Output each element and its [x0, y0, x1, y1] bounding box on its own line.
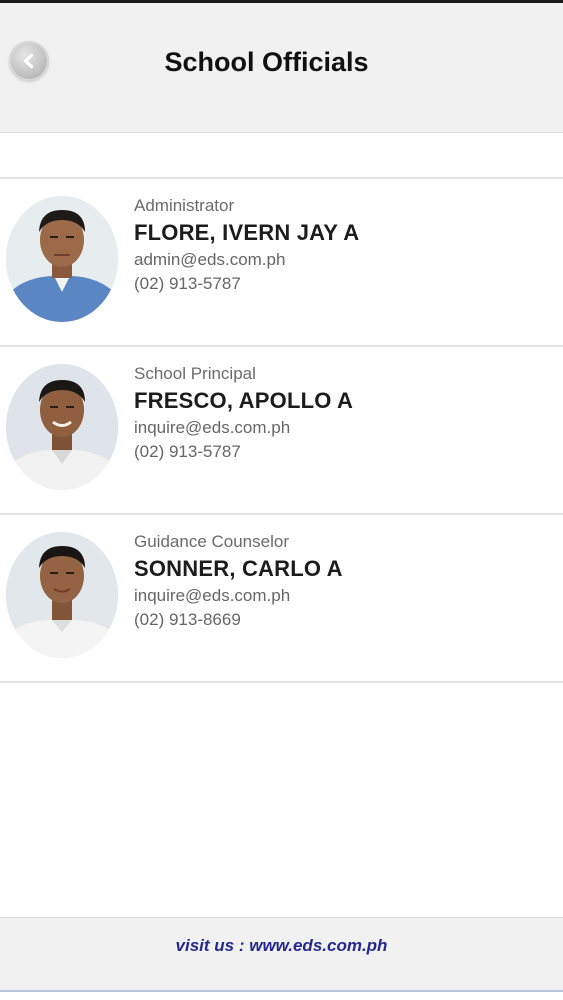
official-item[interactable]: School Principal FRESCO, APOLLO A inquir… [0, 347, 563, 515]
official-info: Administrator FLORE, IVERN JAY A admin@e… [134, 195, 359, 296]
official-item[interactable]: Administrator FLORE, IVERN JAY A admin@e… [0, 179, 563, 347]
avatar [6, 364, 118, 490]
spacer-band [0, 133, 563, 179]
page-title: School Officials [164, 47, 369, 77]
avatar [6, 532, 118, 658]
official-role: Guidance Counselor [134, 532, 289, 551]
website-link[interactable]: visit us : www.eds.com.ph [0, 936, 563, 956]
official-phone[interactable]: (02) 913-5787 [134, 440, 353, 464]
official-info: School Principal FRESCO, APOLLO A inquir… [134, 363, 353, 464]
official-name: FLORE, IVERN JAY A [134, 220, 360, 245]
official-name: FRESCO, APOLLO A [134, 388, 354, 413]
official-item[interactable]: Guidance Counselor SONNER, CARLO A inqui… [0, 515, 563, 683]
header-bar: School Officials [0, 3, 563, 133]
official-email[interactable]: inquire@eds.com.ph [134, 584, 343, 608]
official-info: Guidance Counselor SONNER, CARLO A inqui… [134, 531, 343, 632]
footer-bar: visit us : www.eds.com.ph [0, 917, 563, 992]
official-phone[interactable]: (02) 913-5787 [134, 272, 359, 296]
official-name: SONNER, CARLO A [134, 556, 343, 581]
official-role: Administrator [134, 196, 235, 215]
avatar [6, 196, 118, 322]
official-email[interactable]: inquire@eds.com.ph [134, 416, 353, 440]
official-phone[interactable]: (02) 913-8669 [134, 608, 343, 632]
officials-list: Administrator FLORE, IVERN JAY A admin@e… [0, 179, 563, 683]
official-role: School Principal [134, 364, 256, 383]
official-email[interactable]: admin@eds.com.ph [134, 248, 359, 272]
